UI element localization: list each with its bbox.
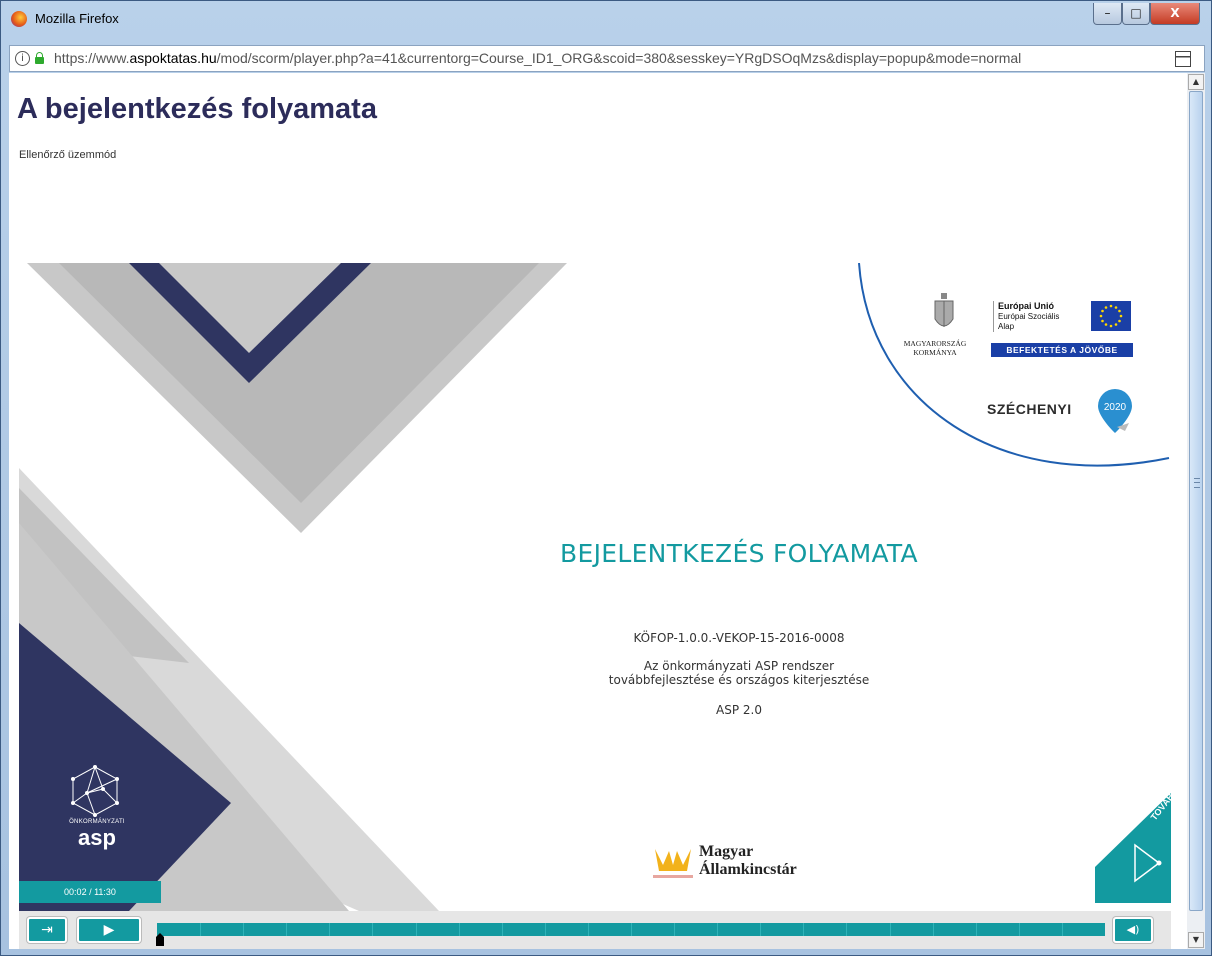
track-segment	[631, 923, 632, 936]
track-segment	[933, 923, 934, 936]
track-segment	[803, 923, 804, 936]
url-text[interactable]: https://www.aspoktatas.hu/mod/scorm/play…	[54, 50, 1021, 66]
mak-crown-icon	[653, 849, 693, 878]
time-display: 00:02 / 11:30	[19, 881, 161, 903]
gov-line1: MAGYARORSZÁG	[903, 339, 967, 348]
track-segment	[976, 923, 977, 936]
track-segment	[760, 923, 761, 936]
track-segment	[243, 923, 244, 936]
window-title: Mozilla Firefox	[35, 11, 119, 26]
szechenyi-label: SZÉCHENYI	[987, 401, 1072, 417]
gov-label: MAGYARORSZÁG KORMÁNYA	[899, 339, 971, 357]
vertical-scrollbar[interactable]: ▲ ▼	[1187, 73, 1205, 949]
track-segment	[416, 923, 417, 936]
minimize-button[interactable]: –	[1093, 3, 1122, 25]
volume-button[interactable]: ◀)	[1113, 917, 1153, 943]
eu-flag-icon	[1091, 301, 1131, 331]
track-segment	[545, 923, 546, 936]
asp-big-label: asp	[78, 825, 116, 850]
url-domain: aspoktatas.hu	[129, 50, 217, 66]
track-segment	[372, 923, 373, 936]
firefox-icon	[11, 11, 27, 27]
title-bar[interactable]: Mozilla Firefox – □ X	[1, 1, 1211, 39]
url-prefix: https://www.	[54, 50, 130, 66]
scroll-thumb[interactable]	[1189, 91, 1203, 911]
blue-arc	[858, 263, 1170, 467]
eu-line3: Alap	[998, 322, 1015, 331]
szechenyi-year: 2020	[1104, 402, 1127, 413]
eu-line2: Európai Szociális	[998, 312, 1060, 321]
scroll-up-button[interactable]: ▲	[1188, 74, 1204, 90]
url-bar[interactable]: i https://www.aspoktatas.hu/mod/scorm/pl…	[9, 45, 1205, 72]
maximize-button[interactable]: □	[1122, 3, 1150, 25]
track-segment	[286, 923, 287, 936]
project-desc-2: továbbfejlesztése és országos kiterjeszt…	[608, 673, 870, 687]
reader-view-icon[interactable]	[1175, 51, 1191, 67]
track-segment	[846, 923, 847, 936]
version-label: ASP 2.0	[716, 703, 762, 717]
close-button[interactable]: X	[1150, 3, 1200, 25]
track-segment	[717, 923, 718, 936]
exit-button[interactable]: ⇥	[27, 917, 67, 943]
page-title: A bejelentkezés folyamata	[17, 93, 377, 125]
scroll-grip	[1194, 478, 1200, 488]
track-segment	[329, 923, 330, 936]
progress-scrubber[interactable]	[156, 933, 164, 946]
track-segment	[459, 923, 460, 936]
scroll-down-button[interactable]: ▼	[1188, 932, 1204, 948]
mode-label: Ellenőrző üzemmód	[19, 149, 117, 161]
crest-icon	[934, 293, 954, 327]
project-desc-1: Az önkormányzati ASP rendszer	[643, 659, 835, 673]
progress-track[interactable]	[157, 923, 1105, 936]
szechenyi-pin-icon: 2020	[1098, 389, 1132, 433]
url-path: /mod/scorm/player.php?a=41&currentorg=Co…	[216, 50, 1022, 66]
play-button[interactable]: ▶	[77, 917, 141, 943]
mak-label: Magyar Államkincstár	[699, 843, 797, 879]
track-segment	[890, 923, 891, 936]
track-segment	[1062, 923, 1063, 936]
scorm-slide: MAGYARORSZÁG KORMÁNYA Európai Unió Európ…	[19, 263, 1171, 911]
eu-line1: Európai Unió	[998, 301, 1054, 311]
track-segment	[674, 923, 675, 936]
next-button[interactable]: TOVÁBB	[1095, 791, 1171, 903]
track-segment	[502, 923, 503, 936]
player-controls: ⇥ ▶ ◀)	[19, 911, 1171, 949]
eu-label: Európai Unió Európai Szociális Alap	[993, 301, 1059, 332]
info-icon[interactable]: i	[15, 51, 30, 66]
slide-decoration	[19, 263, 1170, 911]
mak-line2: Államkincstár	[699, 861, 797, 878]
asp-network-icon	[71, 765, 119, 817]
project-code: KÖFOP-1.0.0.-VEKOP-15-2016-0008	[633, 631, 845, 645]
track-segment	[588, 923, 589, 936]
browser-window: Mozilla Firefox – □ X i https://www.aspo…	[0, 0, 1212, 956]
mak-line1: Magyar	[699, 843, 754, 860]
page-content: A bejelentkezés folyamata Ellenőrző üzem…	[9, 73, 1187, 949]
track-segment	[200, 923, 201, 936]
track-segment	[1019, 923, 1020, 936]
slide-title: BEJELENTKEZÉS FOLYAMATA	[560, 539, 918, 568]
lock-icon[interactable]	[35, 52, 44, 64]
gov-line2: KORMÁNYA	[913, 348, 957, 357]
eu-banner: BEFEKTETÉS A JÖVŐBE	[991, 343, 1133, 357]
